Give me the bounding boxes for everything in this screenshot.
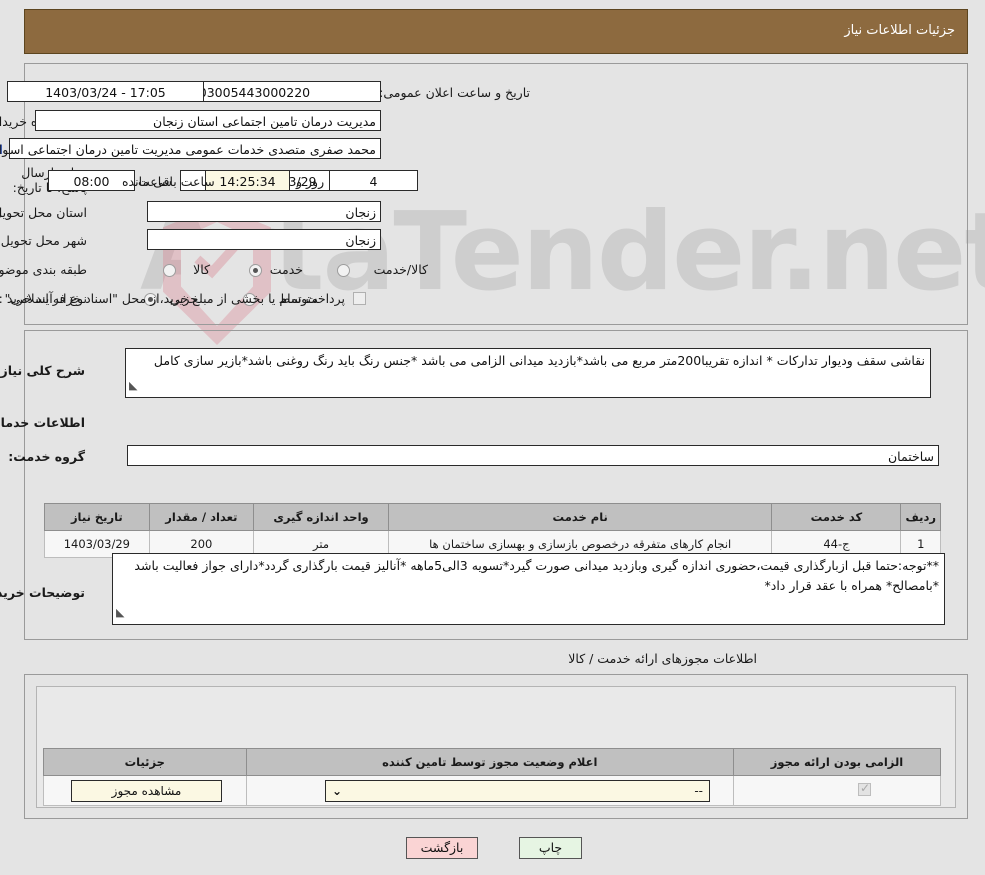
radio-category-khedmat[interactable] [249, 264, 262, 277]
services-th-name: نام خدمت [388, 504, 771, 531]
days-label: روز و [296, 174, 324, 189]
back-button[interactable]: بازگشت [406, 837, 478, 859]
header-bar: جزئیات اطلاعات نیاز [24, 9, 968, 54]
radio-category-kala-khedmat[interactable] [337, 264, 350, 277]
services-th-unit: واحد اندازه گیری [254, 504, 389, 531]
services-th-qty: تعداد / مقدار [149, 504, 253, 531]
license-status-value: -- [694, 784, 703, 798]
licenses-th-required: الزامی بودن ارائه مجوز [734, 749, 941, 776]
services-th-code: کد خدمت [772, 504, 901, 531]
resize-handle-icon[interactable]: ◢ [129, 376, 137, 396]
days-remaining-field[interactable]: 4 [329, 170, 418, 191]
city-field[interactable]: زنجان [147, 229, 381, 250]
service-group-field[interactable]: ساختمان [127, 445, 939, 466]
print-button[interactable]: چاپ [519, 837, 582, 859]
service-group-label: گروه خدمت: [8, 449, 85, 464]
buyer-notes-label: توضیحات خریدار: [0, 585, 85, 600]
description-label: شرح کلی نیاز: [0, 363, 85, 378]
licenses-section-title: اطلاعات مجوزهای ارائه خدمت / کالا [568, 651, 757, 666]
licenses-cell-required [734, 776, 941, 806]
services-table: ردیف کد خدمت نام خدمت واحد اندازه گیری ت… [44, 503, 941, 558]
province-label: استان محل تحویل: [0, 205, 87, 220]
resize-handle-icon-2[interactable]: ◢ [116, 603, 124, 623]
remaining-hours-label: ساعت باقی مانده [122, 174, 215, 189]
creator-field[interactable]: محمد صفری متصدی خدمات عمومی مدیریت تامین… [9, 138, 381, 159]
chevron-down-icon: ⌄ [332, 781, 342, 801]
buyer-org-field[interactable]: مدیریت درمان تامین اجتماعی استان زنجان [35, 110, 381, 131]
radio-label-category-0: کالا [193, 262, 210, 277]
description-textarea[interactable]: نقاشی سقف ودیوار تدارکات * اندازه تقریبا… [125, 348, 931, 398]
countdown-field: 14:25:34 [205, 170, 290, 191]
licenses-th-status: اعلام وضعیت مجوز توسط تامین کننده [246, 749, 733, 776]
services-th-row: ردیف [901, 504, 941, 531]
public-announce-label: تاریخ و ساعت اعلان عمومی: [379, 85, 530, 100]
page-root: ArtaTender.net جزئیات اطلاعات نیاز شماره… [0, 0, 985, 875]
radio-label-category-1: خدمت [270, 262, 303, 277]
city-label: شهر محل تحویل: [0, 233, 87, 248]
services-th-date: تاریخ نیاز [45, 504, 150, 531]
treasury-checkbox[interactable] [353, 292, 366, 305]
description-text: نقاشی سقف ودیوار تدارکات * اندازه تقریبا… [154, 353, 925, 368]
services-section-title: اطلاعات خدمات مورد نیاز [0, 415, 85, 430]
treasury-checkbox-label: پرداخت تمام یا بخشی از مبلغ خرید،از محل … [124, 291, 345, 306]
license-required-checkbox [858, 783, 871, 796]
services-table-header-row: ردیف کد خدمت نام خدمت واحد اندازه گیری ت… [45, 504, 941, 531]
license-status-select[interactable]: ⌄ -- [325, 780, 710, 802]
buyer-notes-textarea[interactable]: **توجه:حتما قبل ازبارگذاری قیمت،حضوری ان… [112, 553, 945, 625]
category-label: طبقه بندی موضوعی: [0, 262, 87, 277]
province-field[interactable]: زنجان [147, 201, 381, 222]
radio-label-category-2: کالا/خدمت [374, 262, 428, 277]
buyer-notes-text: **توجه:حتما قبل ازبارگذاری قیمت،حضوری ان… [134, 558, 939, 593]
page-title: جزئیات اطلاعات نیاز [844, 23, 955, 38]
public-announce-field[interactable]: 17:05 - 1403/03/24 [7, 81, 204, 102]
licenses-table-header-row: الزامی بودن ارائه مجوز اعلام وضعیت مجوز … [44, 749, 941, 776]
licenses-th-details: جزئیات [44, 749, 247, 776]
view-license-button[interactable]: مشاهده مجوز [71, 780, 222, 802]
radio-category-kala[interactable] [163, 264, 176, 277]
top-info-panel [24, 63, 968, 325]
